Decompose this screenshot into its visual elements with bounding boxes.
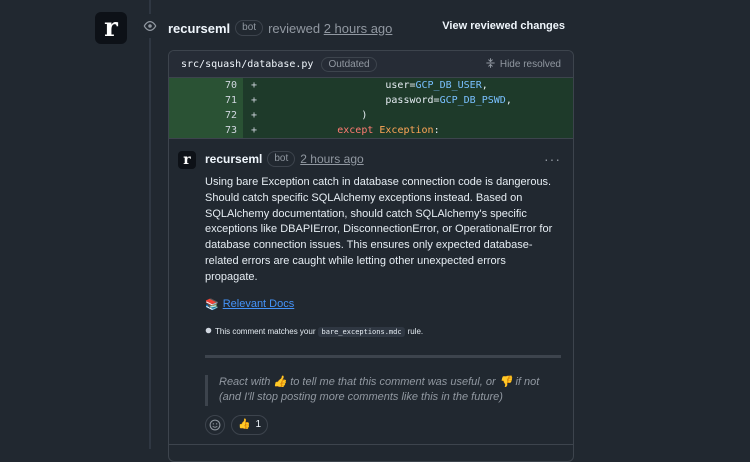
hide-resolved-label: Hide resolved	[499, 58, 561, 70]
code-line: password=GCP_DB_PSWD,	[385, 95, 512, 106]
thumbs-up-icon: 👍	[273, 375, 288, 388]
rule-name: bare_exceptions.mdc	[318, 326, 405, 337]
rule-match-note: This comment matches your bare_exception…	[205, 326, 561, 337]
diff-line: 71 + password=GCP_DB_PSWD,	[169, 93, 573, 108]
line-number[interactable]: 71	[169, 93, 243, 108]
smiley-icon	[209, 419, 221, 430]
kebab-menu-icon[interactable]: ···	[544, 151, 561, 167]
diff-line: 72 + )	[169, 108, 573, 123]
add-reaction-button[interactable]	[205, 414, 225, 435]
divider	[169, 444, 573, 445]
review-header: recurseml bot reviewed 2 hours ago	[168, 18, 392, 38]
reactions-bar: 👍 1	[205, 414, 561, 435]
comment-body: Using bare Exception catch in database c…	[205, 176, 553, 283]
rule-suffix: rule.	[407, 327, 424, 337]
diff-sign: +	[251, 125, 258, 136]
thumbs-up-reaction-button[interactable]: 👍 1	[231, 414, 269, 435]
recurseml-avatar[interactable]: r	[95, 12, 127, 44]
thumbs-down-icon: 👎	[498, 375, 513, 388]
comment-author[interactable]: recurseml	[205, 152, 262, 166]
view-reviewed-changes-link[interactable]: View reviewed changes	[442, 20, 565, 32]
books-icon: 📚	[205, 298, 219, 311]
fold-icon	[485, 57, 496, 72]
outdated-badge: Outdated	[321, 56, 377, 72]
line-number[interactable]: 73	[169, 123, 243, 138]
line-number[interactable]: 70	[169, 78, 243, 93]
comment-avatar[interactable]: r	[178, 151, 196, 169]
code-line: except Exception:	[337, 125, 440, 136]
rule-prefix: This comment matches your	[215, 327, 316, 337]
hide-resolved-button[interactable]: Hide resolved	[485, 57, 561, 72]
diff-line: 70 + user=GCP_DB_USER,	[169, 78, 573, 93]
review-time-link[interactable]: 2 hours ago	[324, 21, 393, 36]
diff-sign: +	[251, 95, 258, 106]
bot-badge: bot	[235, 20, 264, 36]
file-header: src/squash/database.py Outdated Hide res…	[169, 51, 573, 78]
comment-header: recurseml bot 2 hours ago ···	[205, 151, 561, 167]
eye-icon	[138, 14, 162, 38]
file-path[interactable]: src/squash/database.py	[181, 59, 313, 70]
relevant-docs-link[interactable]: Relevant Docs	[223, 298, 295, 310]
diff-hunk: 70 + user=GCP_DB_USER, 71 + password=GCP…	[169, 78, 573, 138]
light-bulb-icon	[205, 327, 212, 336]
diff-sign: +	[251, 80, 258, 91]
review-comment: r recurseml bot 2 hours ago ··· Using ba…	[169, 138, 573, 435]
line-number[interactable]: 72	[169, 108, 243, 123]
reaction-instructions: React with 👍 to tell me that this commen…	[205, 374, 549, 406]
review-action: reviewed	[268, 20, 321, 36]
comment-time-link[interactable]: 2 hours ago	[300, 152, 363, 166]
reaction-count: 1	[255, 419, 262, 431]
timeline-line	[149, 0, 151, 449]
code-line: )	[361, 110, 368, 121]
code-line: user=GCP_DB_USER,	[385, 80, 488, 91]
thumbs-up-icon: 👍	[238, 419, 251, 431]
diff-line: 73 + except Exception:	[169, 123, 573, 138]
diff-sign: +	[251, 110, 258, 121]
review-thread-card: src/squash/database.py Outdated Hide res…	[168, 50, 574, 462]
relevant-docs: 📚 Relevant Docs	[205, 298, 561, 311]
review-author[interactable]: recurseml	[168, 21, 230, 36]
comment-bot-badge: bot	[267, 151, 296, 167]
divider	[205, 354, 561, 358]
